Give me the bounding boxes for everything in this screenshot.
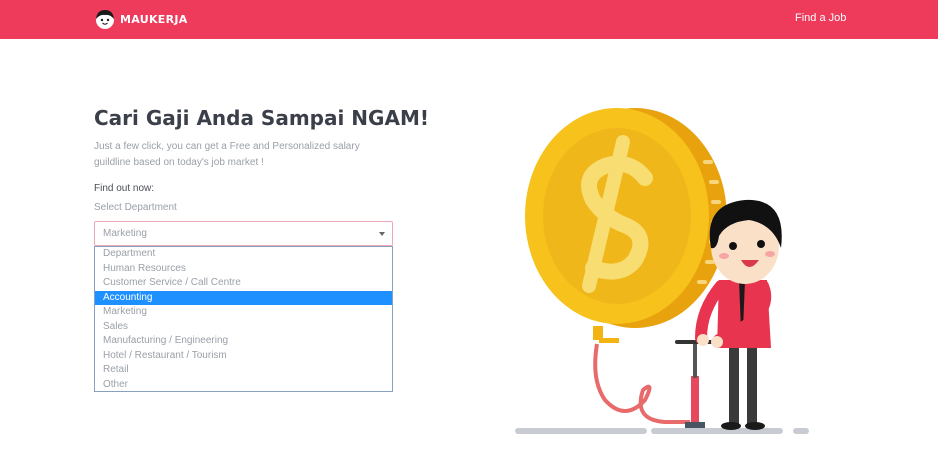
find-a-job-link[interactable]: Find a Job: [795, 12, 846, 24]
page-title: Cari Gaji Anda Sampai NGAM!: [94, 106, 429, 130]
find-out-label: Find out now:: [94, 183, 155, 194]
dropdown-option[interactable]: Accounting: [95, 290, 392, 305]
dropdown-option[interactable]: Sales: [95, 320, 392, 335]
page-subtitle: Just a few click, you can get a Free and…: [94, 141, 360, 168]
department-select[interactable]: Marketing: [94, 221, 393, 246]
coin-pump-illustration: [515, 108, 809, 434]
department-dropdown-list: Department Human Resources Customer Servic…: [94, 246, 393, 392]
dropdown-option[interactable]: Other: [95, 378, 392, 393]
top-navbar: MAUKERJA Find a Job: [0, 0, 938, 39]
mascot-face-icon: [96, 10, 114, 29]
brand-name: MAUKERJA: [120, 12, 188, 26]
dropdown-option[interactable]: Customer Service / Call Centre: [95, 276, 392, 291]
dropdown-option[interactable]: Department: [95, 247, 392, 262]
chevron-down-icon: [379, 232, 385, 236]
department-select-value: Marketing: [103, 228, 147, 239]
dropdown-option[interactable]: Manufacturing / Engineering: [95, 334, 392, 349]
dropdown-option[interactable]: Hotel / Restaurant / Tourism: [95, 349, 392, 364]
brand-logo-link[interactable]: MAUKERJA: [94, 8, 188, 30]
select-department-label: Select Department: [94, 202, 177, 213]
dropdown-option[interactable]: Marketing: [95, 305, 392, 320]
dropdown-option[interactable]: Retail: [95, 363, 392, 378]
dropdown-option[interactable]: Human Resources: [95, 262, 392, 277]
